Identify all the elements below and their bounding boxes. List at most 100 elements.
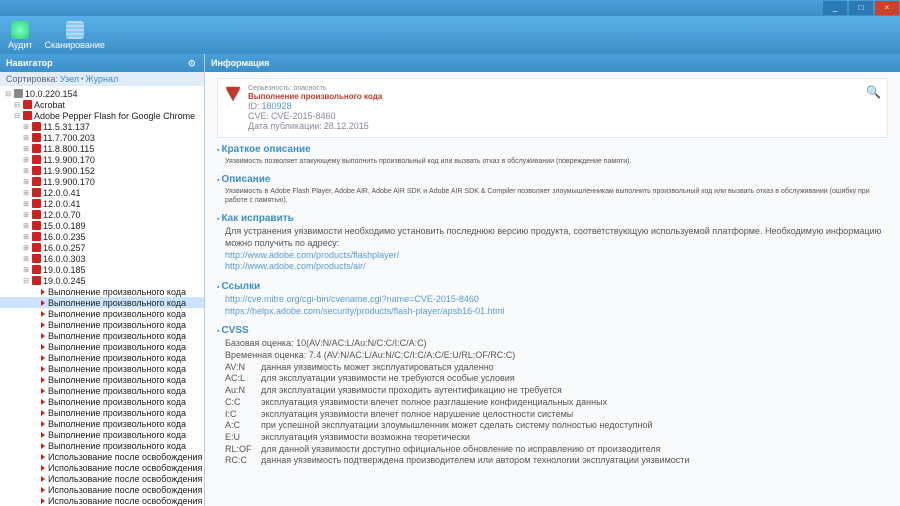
severity-label: Серьезность: опасность — [248, 85, 382, 92]
scan-icon — [66, 21, 84, 39]
ic-fld-icon — [32, 243, 41, 252]
sidebar-header: Навигатор ⊙ — [0, 54, 204, 72]
tree-node[interactable]: ⊞11.9.900.170 — [0, 154, 204, 165]
tree-label: 15.0.0.189 — [43, 221, 86, 231]
ic-fld-icon — [32, 265, 41, 274]
tree-node[interactable]: ⊞12.0.0.70 — [0, 209, 204, 220]
tree-node[interactable]: ⊞12.0.0.41 — [0, 198, 204, 209]
tree-node[interactable]: ⊞11.9.900.152 — [0, 165, 204, 176]
ic-arr-icon — [41, 410, 45, 416]
tree-label: Выполнение произвольного кода — [48, 287, 186, 297]
info-body[interactable]: Серьезность: опасность Выполнение произв… — [205, 72, 900, 506]
ic-fld-icon — [32, 210, 41, 219]
tree-label: Использование после освобождения — [48, 485, 202, 495]
fix-link[interactable]: http://www.adobe.com/products/air/ — [225, 261, 888, 273]
tree-node[interactable]: ⊟19.0.0.245 — [0, 275, 204, 286]
tree-node[interactable]: Выполнение произвольного кода — [0, 396, 204, 407]
ic-acr-icon — [23, 100, 32, 109]
log-link[interactable]: Журнал — [85, 74, 118, 84]
tree-node[interactable]: Использование после освобождения — [0, 484, 204, 495]
ic-fld-icon — [32, 199, 41, 208]
tree-node[interactable]: ⊟Adobe Pepper Flash for Google Chrome — [0, 110, 204, 121]
audit-button[interactable]: Аудит — [8, 21, 33, 50]
tree[interactable]: ⊟10.0.220.154⊟Acrobat⊟Adobe Pepper Flash… — [0, 86, 204, 506]
tree-label: 12.0.0.70 — [43, 210, 81, 220]
tree-node[interactable]: Выполнение произвольного кода — [0, 352, 204, 363]
section-links-h: Ссылки — [217, 281, 888, 292]
tree-label: 10.0.220.154 — [25, 89, 78, 99]
tree-node[interactable]: ⊞15.0.0.189 — [0, 220, 204, 231]
tree-node[interactable]: Выполнение произвольного кода — [0, 407, 204, 418]
tree-node[interactable]: ⊞19.0.0.185 — [0, 264, 204, 275]
fix-link[interactable]: http://www.adobe.com/products/flashplaye… — [225, 250, 888, 262]
tree-node[interactable]: Выполнение произвольного кода — [0, 308, 204, 319]
tree-node[interactable]: ⊞16.0.0.235 — [0, 231, 204, 242]
sort-value[interactable]: Узел — [60, 74, 79, 84]
tree-label: Acrobat — [34, 100, 65, 110]
close-button[interactable]: × — [875, 1, 899, 15]
ic-fld-icon — [32, 166, 41, 175]
tree-label: 16.0.0.303 — [43, 254, 86, 264]
tree-node[interactable]: ⊞11.9.900.170 — [0, 176, 204, 187]
tree-node[interactable]: ⊞11.5.31.137 — [0, 121, 204, 132]
tree-node[interactable]: Выполнение произвольного кода — [0, 385, 204, 396]
tree-label: 11.9.900.152 — [43, 166, 95, 176]
tree-label: 19.0.0.245 — [43, 276, 86, 286]
tree-label: Adobe Pepper Flash for Google Chrome — [34, 111, 195, 121]
ic-arr-icon — [41, 487, 45, 493]
tree-node[interactable]: Выполнение произвольного кода — [0, 297, 204, 308]
tree-node[interactable]: ⊞11.8.800.115 — [0, 143, 204, 154]
tree-node[interactable]: ⊞12.0.0.41 — [0, 187, 204, 198]
ic-fld-icon — [32, 232, 41, 241]
ic-arr-icon — [41, 443, 45, 449]
tree-label: Выполнение произвольного кода — [48, 408, 186, 418]
tree-node[interactable]: ⊞16.0.0.303 — [0, 253, 204, 264]
tree-label: 11.9.900.170 — [43, 177, 95, 187]
tree-node[interactable]: ⊟10.0.220.154 — [0, 88, 204, 99]
ic-arr-icon — [41, 465, 45, 471]
tree-node[interactable]: Выполнение произвольного кода — [0, 418, 204, 429]
tree-label: Выполнение произвольного кода — [48, 419, 186, 429]
section-links-b: http://cve.mitre.org/cgi-bin/cvename.cgi… — [217, 294, 888, 317]
section-desc-h: Описание — [217, 174, 888, 185]
ic-arr-icon — [41, 333, 45, 339]
audit-label: Аудит — [8, 40, 33, 50]
tree-node[interactable]: Выполнение произвольного кода — [0, 429, 204, 440]
tree-node[interactable]: Выполнение произвольного кода — [0, 440, 204, 451]
pin-icon[interactable]: ⊙ — [188, 58, 198, 68]
ic-fld-icon — [32, 188, 41, 197]
ic-arr-icon — [41, 311, 45, 317]
tree-label: Выполнение произвольного кода — [48, 441, 186, 451]
info-header: Информация — [205, 54, 900, 72]
tree-node[interactable]: ⊞11.7.700.203 — [0, 132, 204, 143]
tree-node[interactable]: Выполнение произвольного кода — [0, 363, 204, 374]
vuln-id[interactable]: 180928 — [261, 101, 291, 111]
tree-node[interactable]: Выполнение произвольного кода — [0, 330, 204, 341]
tree-label: Выполнение произвольного кода — [48, 375, 186, 385]
scan-button[interactable]: Сканирование — [45, 21, 105, 50]
ic-arr-icon — [41, 399, 45, 405]
tree-node[interactable]: Использование после освобождения — [0, 473, 204, 484]
tree-node[interactable]: ⊞16.0.0.257 — [0, 242, 204, 253]
tree-label: 16.0.0.257 — [43, 243, 86, 253]
tree-node[interactable]: Выполнение произвольного кода — [0, 286, 204, 297]
id-label: ID: — [248, 101, 260, 111]
tree-node[interactable]: Использование после освобождения — [0, 462, 204, 473]
tree-node[interactable]: Выполнение произвольного кода — [0, 319, 204, 330]
tree-label: Использование после освобождения — [48, 474, 202, 484]
ref-link[interactable]: http://cve.mitre.org/cgi-bin/cvename.cgi… — [225, 294, 888, 306]
tree-label: 19.0.0.185 — [43, 265, 86, 275]
tree-node[interactable]: Использование после освобождения — [0, 495, 204, 506]
sidebar-subheader: Сортировка: Узел • Журнал — [0, 72, 204, 86]
tree-node[interactable]: Выполнение произвольного кода — [0, 341, 204, 352]
tree-node[interactable]: ⊟Acrobat — [0, 99, 204, 110]
ic-arr-icon — [41, 322, 45, 328]
maximize-button[interactable]: □ — [849, 1, 873, 15]
tree-node[interactable]: Выполнение произвольного кода — [0, 374, 204, 385]
content: Информация Серьезность: опасность Выполн… — [205, 54, 900, 506]
ic-fld-icon — [32, 133, 41, 142]
minimize-button[interactable]: _ — [823, 1, 847, 15]
zoom-icon[interactable]: 🔍 — [866, 85, 881, 99]
tree-node[interactable]: Использование после освобождения — [0, 451, 204, 462]
ref-link[interactable]: https://helpx.adobe.com/security/product… — [225, 306, 888, 318]
